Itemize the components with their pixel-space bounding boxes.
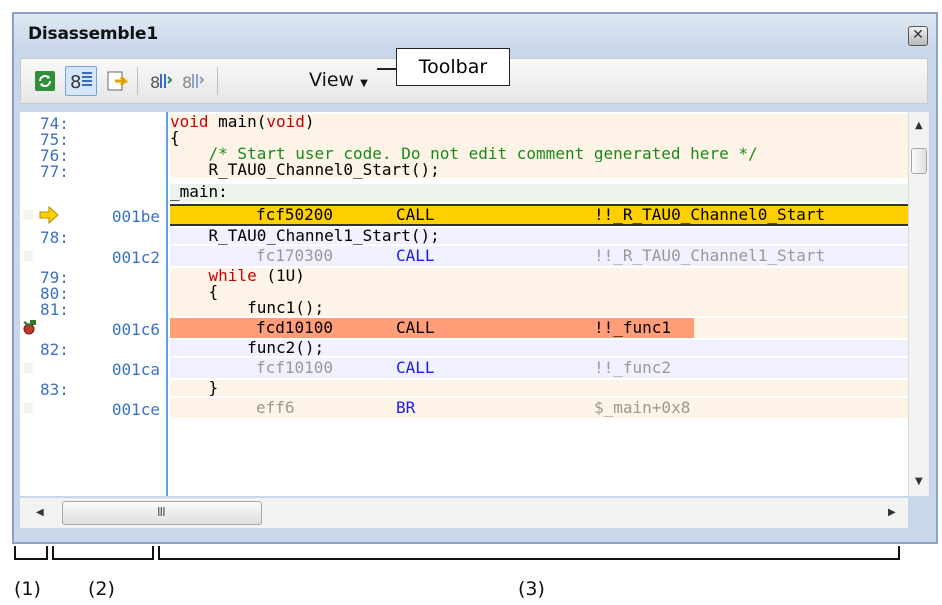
source-line[interactable]: 79: while (1U) bbox=[20, 268, 908, 287]
disasm-line[interactable]: 001c2 fc170300 CALL !!_R_TAU0_Channel1_S… bbox=[20, 246, 908, 267]
address: 001ca bbox=[111, 360, 160, 379]
disasm-line-breakpoint[interactable]: 001c6 fcd10100 CALL !!_func1 bbox=[20, 318, 908, 341]
breakpoint-icon[interactable] bbox=[22, 319, 38, 341]
toolbar-callout: Toolbar bbox=[396, 48, 510, 86]
label-2: (2) bbox=[88, 578, 115, 600]
close-icon[interactable]: ✕ bbox=[908, 26, 928, 46]
source-text: func1(); bbox=[170, 300, 908, 316]
svg-text:8: 8 bbox=[150, 73, 160, 92]
source-line[interactable]: 82: func2(); bbox=[20, 340, 908, 359]
refresh-icon[interactable] bbox=[33, 69, 57, 93]
source-text: R_TAU0_Channel0_Start(); bbox=[170, 162, 908, 178]
operand: !!_R_TAU0_Channel1_Start bbox=[594, 246, 826, 265]
scroll-down-icon[interactable]: ▼ bbox=[915, 476, 923, 487]
svg-text:8: 8 bbox=[70, 72, 81, 93]
mnemonic: CALL bbox=[396, 358, 435, 377]
main-event-area[interactable] bbox=[20, 360, 36, 376]
mnemonic: CALL bbox=[396, 318, 435, 337]
machine-code: eff6 bbox=[256, 398, 295, 417]
horizontal-scroll-thumb[interactable]: III bbox=[62, 501, 262, 525]
disasm-line[interactable]: 001ca fcf10100 CALL !!_func2 bbox=[20, 358, 908, 379]
main-event-area[interactable] bbox=[20, 400, 36, 416]
machine-code: fc170300 bbox=[256, 246, 334, 265]
label-3: (3) bbox=[518, 578, 545, 600]
address: 001c2 bbox=[111, 248, 160, 267]
main-event-area[interactable] bbox=[20, 207, 36, 223]
source-text: } bbox=[170, 380, 908, 396]
scroll-grip: III bbox=[157, 505, 166, 519]
bracket-address-area bbox=[52, 546, 154, 560]
line-number: 81: bbox=[40, 300, 69, 319]
source-line[interactable]: 78: R_TAU0_Channel1_Start(); bbox=[20, 228, 908, 247]
bracket-disassembly-area bbox=[158, 546, 900, 560]
source-text: R_TAU0_Channel1_Start(); bbox=[170, 228, 908, 244]
source-line[interactable]: 81: func1(); bbox=[20, 300, 908, 319]
address: 001c6 bbox=[111, 320, 160, 339]
scroll-up-icon[interactable]: ▲ bbox=[915, 120, 923, 131]
machine-code: fcf50200 bbox=[256, 205, 334, 224]
source-line[interactable]: 83: } bbox=[20, 380, 908, 399]
svg-text:8: 8 bbox=[182, 73, 192, 92]
address: 001be bbox=[111, 207, 160, 226]
scroll-right-icon[interactable]: ▶ bbox=[888, 507, 896, 518]
label-1: (1) bbox=[14, 578, 41, 600]
mnemonic: CALL bbox=[396, 246, 435, 265]
line-number: 77: bbox=[40, 162, 69, 181]
source-text: void main(void) bbox=[170, 114, 908, 130]
label-line[interactable]: _main: bbox=[20, 184, 908, 202]
source-line[interactable]: 80: { bbox=[20, 284, 908, 303]
source-line[interactable]: 76: /* Start user code. Do not edit comm… bbox=[20, 146, 908, 165]
operand: $_main+0x8 bbox=[594, 398, 691, 417]
disasm-line-current[interactable]: 001be fcf50200 CALL !!_R_TAU0_Channel0_S… bbox=[20, 204, 908, 226]
panel-title: Disassemble1 bbox=[28, 24, 158, 44]
address: 001ce bbox=[111, 400, 160, 419]
source-text: while (1U) bbox=[170, 268, 908, 284]
scroll-left-icon[interactable]: ◀ bbox=[36, 507, 44, 518]
vertical-scrollbar[interactable]: ▲ ▼ bbox=[908, 112, 929, 496]
source-text: func2(); bbox=[170, 340, 908, 356]
operand: !!_R_TAU0_Channel0_Start bbox=[594, 205, 826, 224]
chevron-down-icon: ▼ bbox=[360, 78, 368, 89]
machine-code: fcf10100 bbox=[256, 358, 334, 377]
line-number: 82: bbox=[40, 340, 69, 359]
mnemonic: CALL bbox=[396, 205, 435, 224]
main-event-area[interactable] bbox=[20, 248, 36, 264]
view-menu-button[interactable]: View ▼ bbox=[309, 69, 368, 91]
disassembly-area[interactable]: 74: void main(void) 75: { 76: /* Start u… bbox=[20, 112, 908, 496]
step-over-icon[interactable]: 8 bbox=[181, 69, 205, 93]
source-line[interactable]: 77: R_TAU0_Channel0_Start(); bbox=[20, 162, 908, 181]
label-text: _main: bbox=[170, 184, 908, 202]
line-number: 78: bbox=[40, 228, 69, 247]
disasm-line[interactable]: 001ce eff6 BR $_main+0x8 bbox=[20, 398, 908, 419]
operand: !!_func2 bbox=[594, 358, 672, 377]
horizontal-scrollbar[interactable]: ◀ III ▶ bbox=[20, 498, 908, 528]
goto-icon[interactable] bbox=[105, 69, 129, 93]
view-label: View bbox=[309, 69, 355, 91]
line-number: 83: bbox=[40, 380, 69, 399]
bracket-main-event-area bbox=[14, 546, 48, 560]
source-line[interactable]: 74: void main(void) bbox=[20, 114, 908, 133]
disassemble-panel: Disassemble1 ✕ 8 8 8 View ▼ 74: void mai bbox=[12, 12, 938, 544]
step-in-icon[interactable]: 8 bbox=[149, 69, 173, 93]
mixed-display-icon[interactable]: 8 bbox=[65, 66, 97, 96]
machine-code: fcd10100 bbox=[256, 318, 334, 337]
operand: !!_func1 bbox=[594, 318, 672, 337]
vertical-scroll-thumb[interactable] bbox=[911, 148, 927, 174]
callout-pointer bbox=[377, 68, 397, 70]
mnemonic: BR bbox=[396, 398, 416, 417]
